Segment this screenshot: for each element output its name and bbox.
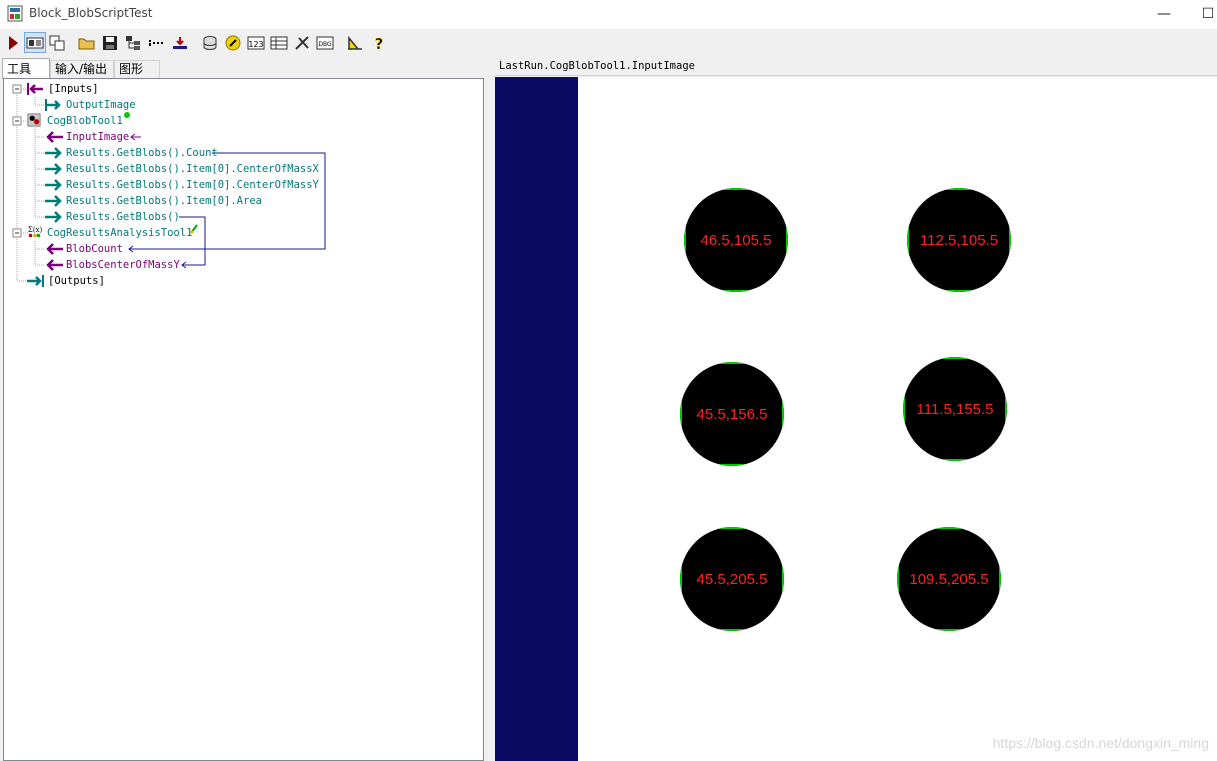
tree-item-result-center-y[interactable]: Results.GetBlobs().Item[0].CenterOfMassY	[66, 178, 319, 192]
expand-toggle-analysis-tool	[12, 228, 22, 238]
display-toggle-icon	[26, 37, 44, 48]
blob-center-label: 46.5,105.5	[700, 231, 772, 249]
status-ok-icon	[124, 112, 130, 118]
panel-splitter[interactable]	[487, 58, 495, 761]
expand-toggle-inputs	[12, 84, 22, 94]
tree-item-blobs-center-y[interactable]: BlobsCenterOfMassY	[66, 258, 180, 272]
link-icon	[225, 35, 241, 50]
dotted-line-icon	[149, 39, 163, 46]
tree-view-button[interactable]	[122, 32, 144, 53]
input-terminal-icon	[46, 131, 63, 143]
results-analysis-tool-icon: Σ(x)	[28, 226, 42, 238]
import-icon	[173, 36, 187, 49]
run-icon	[9, 35, 18, 50]
blob-region[interactable]: 45.5,205.5	[680, 527, 784, 631]
maximize-button[interactable]: ☐	[1196, 3, 1217, 25]
expand-toggle-blob-tool	[12, 116, 22, 126]
watermark: https://blog.csdn.net/dongxin_ming	[992, 735, 1209, 751]
run-button[interactable]	[2, 32, 24, 53]
app-icon	[7, 5, 23, 22]
dotted-line-button[interactable]	[146, 32, 168, 53]
tree-item-result-center-x[interactable]: Results.GetBlobs().Item[0].CenterOfMassX	[66, 162, 319, 176]
inputs-arrow-icon	[27, 83, 43, 95]
tree-view-icon	[126, 35, 140, 50]
blob-center-label: 111.5,155.5	[916, 400, 994, 418]
blob-region[interactable]: 45.5,156.5	[680, 362, 784, 466]
blob-tool-icon	[27, 113, 41, 127]
svg-text:?: ?	[375, 35, 384, 51]
output-terminal-icon	[45, 147, 62, 159]
input-terminal-icon	[46, 243, 63, 255]
help-button[interactable]: ?	[368, 32, 390, 53]
tool-tree-panel: [Inputs] OutputImage CogBlobTool1 InputI…	[3, 78, 484, 761]
link-button[interactable]	[222, 32, 244, 53]
debug-icon: DBG	[316, 36, 334, 49]
blob-region[interactable]: 111.5,155.5	[903, 357, 1007, 461]
open-folder-icon	[78, 38, 95, 49]
tab-bar: 工具 输入/输出 图形	[0, 58, 487, 79]
tab-graphics[interactable]: 图形	[114, 60, 160, 78]
tab-tools[interactable]: 工具	[2, 58, 50, 79]
open-button[interactable]	[76, 32, 98, 53]
database-button[interactable]	[199, 32, 221, 53]
blob-region[interactable]: 109.5,205.5	[897, 527, 1001, 631]
image-border-strip	[495, 77, 578, 761]
display-header: LastRun.CogBlobTool1.InputImage	[495, 59, 1217, 76]
output-terminal-icon	[45, 179, 62, 191]
help-icon: ?	[374, 35, 384, 51]
debug-button[interactable]: DBG	[314, 32, 336, 53]
blob-center-label: 45.5,156.5	[696, 405, 768, 423]
tree-outputs-node[interactable]: [Outputs]	[48, 274, 105, 288]
blob-region[interactable]: 112.5,105.5	[907, 188, 1011, 292]
status-warning-icon	[190, 224, 198, 234]
toolbar: 123 DBG ?	[0, 29, 1217, 57]
title-bar: Block_BlobScriptTest — ☐	[0, 0, 1217, 29]
float-window-icon	[49, 35, 65, 50]
blob-region[interactable]: 46.5,105.5	[684, 188, 788, 292]
svg-text:123: 123	[248, 40, 263, 49]
blob-center-label: 112.5,105.5	[919, 231, 999, 249]
counter-button[interactable]: 123	[245, 32, 267, 53]
outputs-arrow-icon	[27, 275, 44, 287]
output-terminal-icon	[45, 99, 61, 111]
tree-item-blob-count[interactable]: BlobCount	[66, 242, 123, 256]
tree-item-result-count[interactable]: Results.GetBlobs().Count	[66, 146, 218, 160]
settings-tools-icon	[295, 35, 309, 50]
tree-item-output-image[interactable]: OutputImage	[66, 98, 136, 112]
svg-text:DBG: DBG	[318, 41, 332, 48]
display-image-source: LastRun.CogBlobTool1.InputImage	[499, 60, 695, 72]
window-title: Block_BlobScriptTest	[29, 6, 153, 20]
minimize-button[interactable]: —	[1152, 3, 1176, 25]
tree-inputs-node[interactable]: [Inputs]	[48, 82, 99, 96]
tree-node-results-analysis-tool[interactable]: CogResultsAnalysisTool1	[47, 226, 192, 240]
counter-icon: 123	[247, 36, 265, 49]
settings-tools-button[interactable]	[291, 32, 313, 53]
measure-button[interactable]	[344, 32, 366, 53]
tree-item-result-area[interactable]: Results.GetBlobs().Item[0].Area	[66, 194, 262, 208]
image-display[interactable]: 46.5,105.5 112.5,105.5 45.5,156.5 111.5,…	[495, 77, 1217, 761]
save-button[interactable]	[99, 32, 121, 53]
output-terminal-icon	[45, 211, 62, 223]
blob-center-label: 109.5,205.5	[909, 570, 989, 588]
output-terminal-icon	[45, 163, 62, 175]
tree-item-input-image[interactable]: InputImage	[66, 130, 129, 144]
svg-text:Σ(x): Σ(x)	[28, 226, 42, 234]
database-icon	[203, 35, 217, 50]
tree-node-blob-tool[interactable]: CogBlobTool1	[47, 114, 123, 128]
blob-center-label: 45.5,205.5	[696, 570, 768, 588]
output-terminal-icon	[45, 195, 62, 207]
display-toggle-button[interactable]	[24, 32, 46, 53]
result-grid-button[interactable]	[268, 32, 290, 53]
float-window-button[interactable]	[46, 32, 68, 53]
tree-item-result-blobs[interactable]: Results.GetBlobs()	[66, 210, 180, 224]
input-terminal-icon	[46, 259, 63, 271]
tab-io[interactable]: 输入/输出	[50, 60, 114, 78]
save-icon	[103, 35, 117, 50]
measure-icon	[348, 35, 362, 50]
import-button[interactable]	[169, 32, 191, 53]
result-grid-icon	[270, 36, 288, 49]
